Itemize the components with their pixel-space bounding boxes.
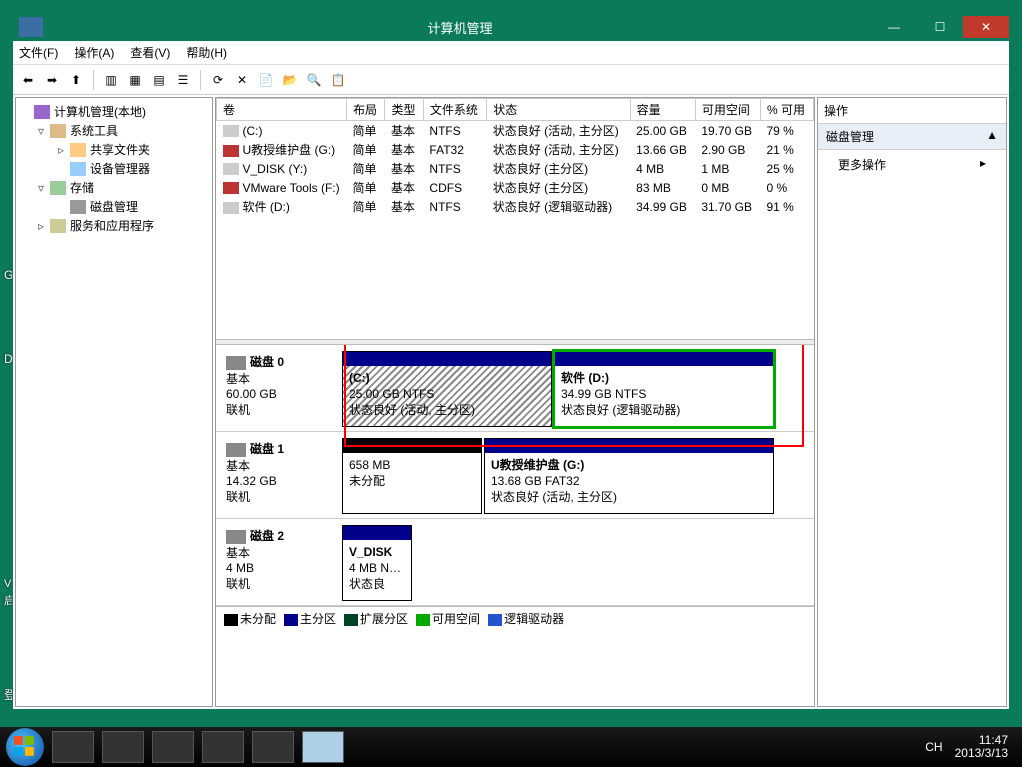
system-tray[interactable]: CH 11:47 2013/3/13 [925, 734, 1016, 760]
detail-button[interactable]: ☰ [172, 69, 194, 91]
up-button[interactable]: ⬆ [65, 69, 87, 91]
close-button[interactable]: ✕ [963, 16, 1009, 38]
taskbar-item[interactable] [202, 731, 244, 763]
search-button[interactable]: 🔍 [303, 69, 325, 91]
column-header[interactable]: 容量 [630, 99, 695, 121]
volume-list[interactable]: 卷布局类型文件系统状态容量可用空间% 可用(C:)简单基本NTFS状态良好 (活… [216, 98, 814, 339]
taskbar-item[interactable] [102, 731, 144, 763]
taskbar-item[interactable] [52, 731, 94, 763]
partition[interactable]: (C:)25.00 GB NTFS状态良好 (活动, 主分区) [342, 351, 552, 427]
navigation-tree[interactable]: 计算机管理(本地)▿系统工具▹共享文件夹设备管理器▿存储磁盘管理▹服务和应用程序 [15, 97, 213, 707]
start-button[interactable] [6, 728, 44, 766]
column-header[interactable]: 文件系统 [423, 99, 486, 121]
refresh-button[interactable]: ⟳ [207, 69, 229, 91]
clock-date: 2013/3/13 [955, 746, 1008, 760]
partition[interactable]: 658 MB未分配 [342, 438, 482, 514]
computer-management-window: 计算机管理 — ☐ ✕ 文件(F) 操作(A) 查看(V) 帮助(H) ⬅ ➡ … [12, 12, 1010, 710]
tree-item[interactable]: 计算机管理(本地) [18, 102, 210, 121]
open-button[interactable]: 📂 [279, 69, 301, 91]
desktop-label: V [4, 578, 11, 590]
actions-category[interactable]: 磁盘管理▲ [818, 124, 1006, 150]
list-button[interactable]: ▤ [148, 69, 170, 91]
menu-help[interactable]: 帮助(H) [186, 44, 227, 61]
delete-button[interactable]: ✕ [231, 69, 253, 91]
ime-indicator[interactable]: CH [925, 740, 942, 754]
partition[interactable]: 软件 (D:)34.99 GB NTFS状态良好 (逻辑驱动器) [554, 351, 774, 427]
titlebar[interactable]: 计算机管理 — ☐ ✕ [13, 13, 1009, 41]
table-row[interactable]: U教授维护盘 (G:)简单基本FAT32状态良好 (活动, 主分区)13.66 … [217, 140, 814, 159]
table-row[interactable]: VMware Tools (F:)简单基本CDFS状态良好 (主分区)83 MB… [217, 178, 814, 197]
partition[interactable]: V_DISK4 MB N…状态良 [342, 525, 412, 601]
taskbar-item[interactable] [252, 731, 294, 763]
actions-panel: 操作 磁盘管理▲ 更多操作▸ [817, 97, 1007, 707]
view-button[interactable]: ▦ [124, 69, 146, 91]
help-button[interactable]: 📋 [327, 69, 349, 91]
tree-item[interactable]: 设备管理器 [18, 159, 210, 178]
tree-item[interactable]: ▹共享文件夹 [18, 140, 210, 159]
clock-time: 11:47 [979, 733, 1008, 747]
partition[interactable]: U教授维护盘 (G:)13.68 GB FAT32状态良好 (活动, 主分区) [484, 438, 774, 514]
actions-header: 操作 [818, 98, 1006, 124]
column-header[interactable]: 可用空间 [695, 99, 760, 121]
taskbar-item[interactable] [152, 731, 194, 763]
disk-graphical-view[interactable]: 磁盘 0基本60.00 GB联机(C:)25.00 GB NTFS状态良好 (活… [216, 345, 814, 706]
back-button[interactable]: ⬅ [17, 69, 39, 91]
maximize-button[interactable]: ☐ [917, 16, 963, 38]
legend: 未分配主分区扩展分区可用空间逻辑驱动器 [216, 606, 814, 630]
more-actions[interactable]: 更多操作▸ [818, 150, 1006, 179]
column-header[interactable]: % 可用 [760, 99, 813, 121]
menu-action[interactable]: 操作(A) [74, 44, 114, 61]
table-row[interactable]: V_DISK (Y:)简单基本NTFS状态良好 (主分区)4 MB1 MB25 … [217, 159, 814, 178]
menu-file[interactable]: 文件(F) [19, 44, 58, 61]
show-hide-tree-button[interactable]: ▥ [100, 69, 122, 91]
tree-item[interactable]: 磁盘管理 [18, 197, 210, 216]
menu-view[interactable]: 查看(V) [130, 44, 170, 61]
tree-item[interactable]: ▿系统工具 [18, 121, 210, 140]
column-header[interactable]: 状态 [487, 99, 630, 121]
table-row[interactable]: (C:)简单基本NTFS状态良好 (活动, 主分区)25.00 GB19.70 … [217, 121, 814, 141]
menubar: 文件(F) 操作(A) 查看(V) 帮助(H) [13, 41, 1009, 65]
tree-item[interactable]: ▿存储 [18, 178, 210, 197]
column-header[interactable]: 布局 [347, 99, 385, 121]
properties-button[interactable]: 📄 [255, 69, 277, 91]
content-panel: 卷布局类型文件系统状态容量可用空间% 可用(C:)简单基本NTFS状态良好 (活… [215, 97, 815, 707]
minimize-button[interactable]: — [871, 16, 917, 38]
window-title: 计算机管理 [49, 18, 871, 37]
forward-button[interactable]: ➡ [41, 69, 63, 91]
taskbar-item-active[interactable] [302, 731, 344, 763]
disk-row: 磁盘 2基本4 MB联机V_DISK4 MB N…状态良 [216, 519, 814, 606]
column-header[interactable]: 类型 [385, 99, 423, 121]
tree-item[interactable]: ▹服务和应用程序 [18, 216, 210, 235]
table-row[interactable]: 软件 (D:)简单基本NTFS状态良好 (逻辑驱动器)34.99 GB31.70… [217, 197, 814, 216]
toolbar: ⬅ ➡ ⬆ ▥ ▦ ▤ ☰ ⟳ ✕ 📄 📂 🔍 📋 [13, 65, 1009, 95]
column-header[interactable]: 卷 [217, 99, 347, 121]
app-icon [19, 17, 43, 37]
disk-row: 磁盘 1基本14.32 GB联机658 MB未分配U教授维护盘 (G:)13.6… [216, 432, 814, 519]
taskbar[interactable]: CH 11:47 2013/3/13 [0, 727, 1022, 767]
disk-row: 磁盘 0基本60.00 GB联机(C:)25.00 GB NTFS状态良好 (活… [216, 345, 814, 432]
